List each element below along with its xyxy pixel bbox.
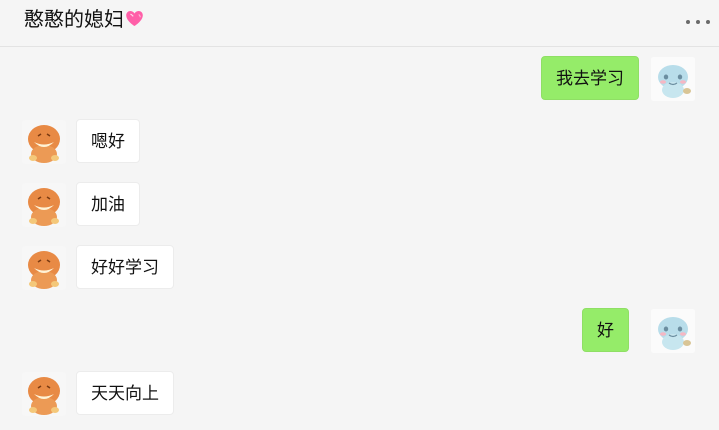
chat-title: 憨憨的媳妇 (24, 6, 144, 33)
contact-avatar[interactable] (22, 246, 66, 290)
contact-avatar[interactable] (22, 120, 66, 164)
message-bubble-incoming[interactable]: 天天向上 (76, 371, 174, 415)
message-row: 加油 (0, 182, 719, 227)
message-text: 好好学习 (91, 258, 159, 278)
message-text: 嗯好 (91, 132, 125, 152)
message-text: 加油 (91, 195, 125, 215)
message-text: 我去学习 (556, 69, 624, 89)
message-bubble-incoming[interactable]: 好好学习 (76, 245, 174, 289)
contact-avatar[interactable] (22, 183, 66, 227)
message-bubble-outgoing[interactable]: 好 (582, 308, 629, 352)
message-text: 天天向上 (91, 384, 159, 404)
chat-title-text: 憨憨的媳妇 (24, 7, 124, 31)
my-avatar[interactable] (651, 57, 695, 101)
heart-icon (125, 7, 144, 33)
message-bubble-incoming[interactable]: 加油 (76, 182, 140, 226)
message-row: 好 (0, 308, 719, 353)
message-bubble-incoming[interactable]: 嗯好 (76, 119, 140, 163)
message-row: 我去学习 (0, 56, 719, 101)
message-row: 天天向上 (0, 371, 719, 416)
message-text: 好 (597, 321, 614, 341)
message-bubble-outgoing[interactable]: 我去学习 (541, 56, 639, 100)
message-row: 好好学习 (0, 245, 719, 290)
chat-header: 憨憨的媳妇 (0, 0, 719, 47)
more-icon[interactable] (685, 16, 711, 26)
message-row: 嗯好 (0, 119, 719, 164)
contact-avatar[interactable] (22, 372, 66, 416)
my-avatar[interactable] (651, 309, 695, 353)
